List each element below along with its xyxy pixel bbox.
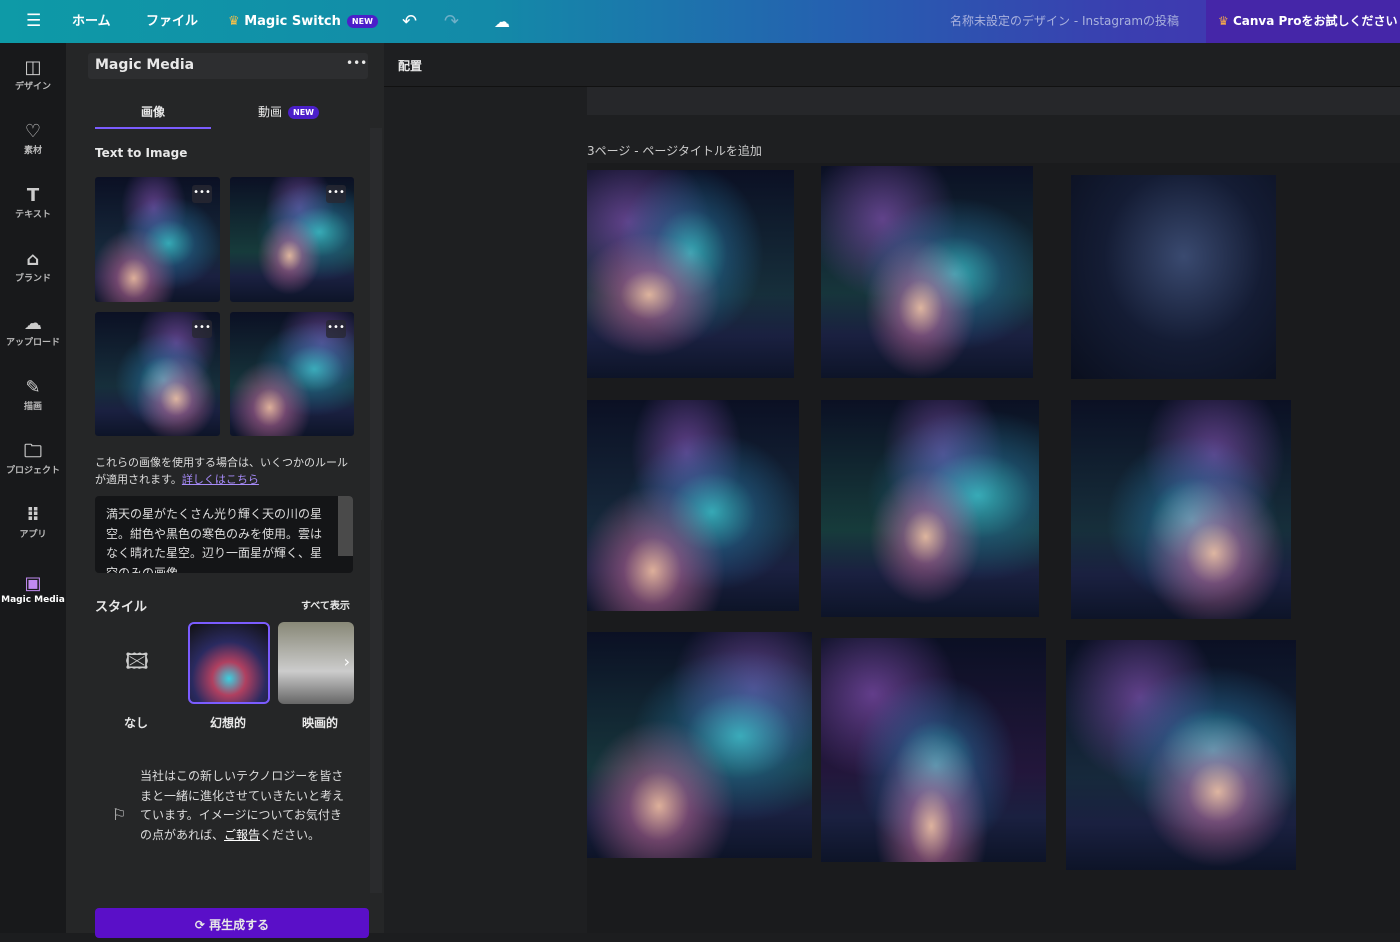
- canvas-image[interactable]: [1066, 640, 1296, 870]
- canvas-image[interactable]: [1071, 400, 1291, 619]
- regenerate-button[interactable]: ⟳ 再生成する: [95, 908, 369, 938]
- cloud-check-icon[interactable]: ☁: [494, 0, 510, 43]
- sidebar-item-9[interactable]: ▣ Magic Media: [0, 573, 66, 605]
- scrollbar[interactable]: [338, 496, 353, 556]
- style-label-none: なし: [124, 716, 149, 730]
- elements-icon: ♡: [24, 121, 42, 142]
- redo-icon[interactable]: ↷: [444, 0, 459, 43]
- hamburger-icon[interactable]: ☰: [26, 0, 41, 43]
- magic-media-panel: Magic Media ••• 画像 動画 NEW Text to Image こ…: [66, 43, 384, 938]
- sidebar-item-1[interactable]: ◫ デザイン: [0, 57, 66, 92]
- document-title[interactable]: 名称未設定のデザイン - Instagramの投稿: [950, 0, 1179, 43]
- style-label-cinematic: 映画的: [302, 716, 339, 730]
- sidebar-item-8[interactable]: ⠿ アプリ: [0, 505, 66, 540]
- undo-icon[interactable]: ↶: [402, 0, 417, 43]
- layout-icon: ◫: [24, 57, 42, 78]
- sidebar-item-5[interactable]: ☁ アップロード: [0, 313, 66, 348]
- generated-image-thumbnail[interactable]: •••: [230, 312, 354, 436]
- sidebar-item-4[interactable]: ⌂ ブランド: [0, 249, 66, 284]
- more-icon[interactable]: •••: [192, 320, 212, 338]
- refresh-icon: ⟳: [194, 918, 205, 932]
- canvas-image[interactable]: [821, 400, 1039, 617]
- tab-image[interactable]: 画像: [141, 103, 165, 120]
- generated-image-thumbnail[interactable]: •••: [95, 177, 220, 302]
- file-menu[interactable]: ファイル: [146, 0, 198, 43]
- canvas-image[interactable]: [587, 170, 794, 378]
- section-title: Text to Image: [95, 146, 188, 160]
- crown-icon: ♛: [1218, 14, 1229, 28]
- chevron-right-icon[interactable]: ›: [344, 652, 350, 671]
- style-none[interactable]: 🖾: [97, 622, 177, 704]
- home-menu[interactable]: ホーム: [72, 0, 111, 43]
- generated-image-thumbnail[interactable]: •••: [95, 312, 220, 436]
- canvas-image[interactable]: [587, 632, 812, 858]
- flag-icon: ⚐: [112, 805, 127, 824]
- more-icon[interactable]: •••: [326, 185, 346, 203]
- upload-icon: ☁: [24, 313, 42, 334]
- arrange-button[interactable]: 配置: [398, 57, 422, 74]
- tab-video[interactable]: 動画 NEW: [258, 103, 319, 120]
- canvas-image[interactable]: [821, 638, 1046, 862]
- learn-more-link[interactable]: 詳しくはこちら: [182, 473, 259, 486]
- sidebar-item-7[interactable]: 🗀 プロジェクト: [0, 441, 66, 476]
- sidebar-item-6[interactable]: ✎ 描画: [0, 377, 66, 412]
- generated-image-thumbnail[interactable]: •••: [230, 177, 354, 302]
- top-bar: ☰ ホーム ファイル ♛ Magic Switch NEW ↶ ↷ ☁ 名称未設定…: [0, 0, 1400, 43]
- image-icon: 🖾: [125, 650, 149, 675]
- sidebar-item-3[interactable]: T テキスト: [0, 185, 66, 220]
- brand-icon: ⌂: [26, 249, 40, 270]
- magic-switch-button[interactable]: ♛ Magic Switch NEW: [228, 0, 378, 43]
- draw-icon: ✎: [25, 377, 41, 398]
- try-pro-button[interactable]: ♛ Canva Proをお試しください: [1206, 0, 1400, 43]
- active-tab-indicator: [95, 127, 211, 129]
- style-label-fantasy: 幻想的: [210, 716, 247, 730]
- panel-scrollbar[interactable]: [370, 128, 382, 893]
- more-icon[interactable]: •••: [192, 185, 212, 203]
- style-cinematic[interactable]: ›: [278, 622, 354, 704]
- text-icon: T: [26, 185, 40, 206]
- canvas-image[interactable]: [821, 166, 1033, 378]
- more-icon[interactable]: •••: [326, 320, 346, 338]
- folder-icon: 🗀: [24, 441, 42, 462]
- prompt-input[interactable]: 満天の星がたくさん光り輝く天の川の星空。紺色や黒色の寒色のみを使用。雲はなく晴れ…: [95, 496, 353, 573]
- usage-notice: これらの画像を使用する場合は、いくつかのルールが適用されます。詳しくはこちら: [95, 456, 348, 486]
- feedback-text: 当社はこの新しいテクノロジーを皆さまと一緒に進化させていきたいと考えています。イ…: [140, 769, 345, 842]
- apps-icon: ⠿: [25, 505, 41, 526]
- sidebar-item-2[interactable]: ♡ 素材: [0, 121, 66, 156]
- style-title: スタイル: [95, 600, 148, 615]
- canvas-image[interactable]: [1071, 175, 1276, 379]
- see-all-link[interactable]: すべて表示: [301, 597, 350, 612]
- previous-page: [587, 87, 1400, 115]
- style-fantasy[interactable]: [188, 622, 270, 704]
- new-badge: NEW: [288, 106, 319, 119]
- side-rail: ◫ デザイン ♡ 素材 T テキスト ⌂ ブランド ☁ アップロード ✎ 描画 🗀 プロジェクト ⠿ アプリ ▣…: [0, 43, 66, 933]
- crown-icon: ♛: [228, 14, 240, 29]
- panel-title: Magic Media: [95, 57, 195, 73]
- page-title[interactable]: 3ページ - ページタイトルを追加: [587, 142, 762, 159]
- magic-media-icon: ▣: [24, 573, 42, 594]
- new-badge: NEW: [346, 15, 378, 28]
- more-options-button[interactable]: •••: [346, 56, 367, 70]
- canvas-image[interactable]: [587, 400, 799, 611]
- report-link[interactable]: ご報告: [224, 828, 260, 842]
- canvas-area: 配置 3ページ - ページタイトルを追加 ︿ ﹀ 🔓︎ ⧉ 🗑︎ ⇱: [384, 43, 1400, 933]
